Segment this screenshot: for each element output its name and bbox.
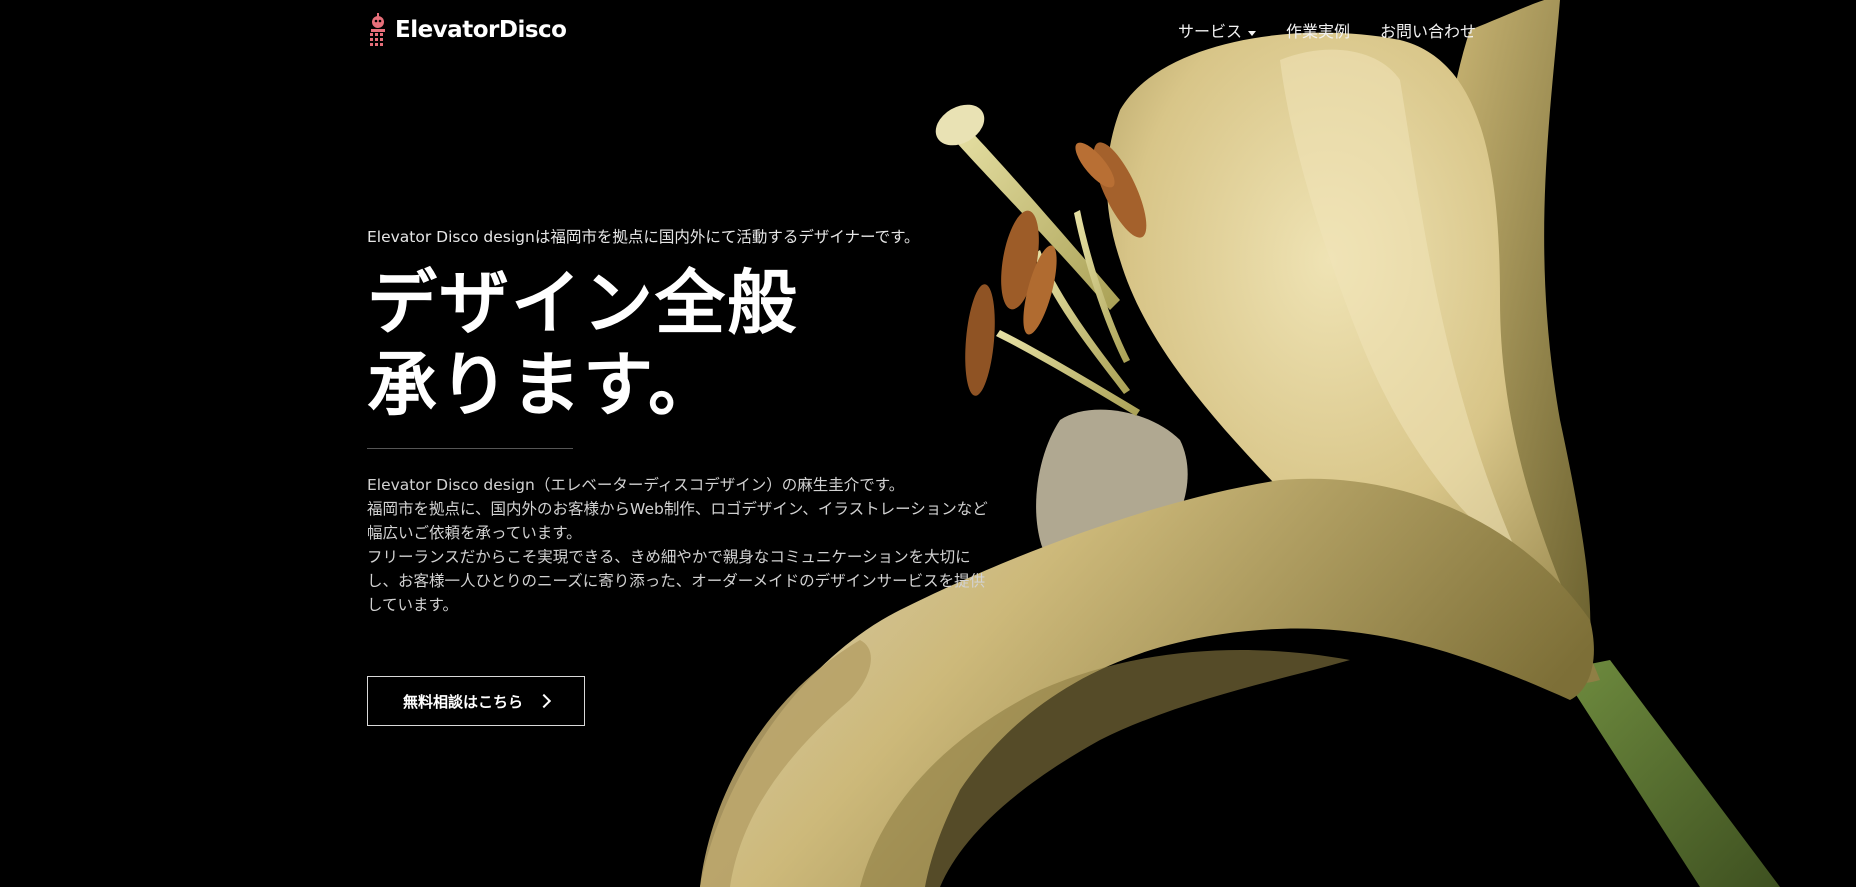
description-line: 福岡市を拠点に、国内外のお客様からWeb制作、ロゴデザイン、イラストレーションな… [367, 500, 988, 518]
hero-title-line-1: デザイン全般 [367, 262, 799, 344]
main-nav: サービス 作業実例 お問い合わせ [1178, 20, 1476, 44]
page: ElevatorDisco サービス 作業実例 お問い合わせ Elevator … [0, 0, 1856, 887]
description-line: Elevator Disco design（エレベーターディスコデザイン）の麻生… [367, 476, 905, 494]
description-line: しています。 [367, 596, 458, 614]
description-line: フリーランスだからこそ実現できる、きめ細やかで親身なコミュニケーションを大切に [367, 548, 971, 566]
hero-content: Elevator Disco designは福岡市を拠点に国内外にて活動するデザ… [367, 224, 1027, 617]
nav-item-label: お問い合わせ [1379, 22, 1476, 41]
disco-robot-icon [370, 13, 385, 46]
nav-item-works[interactable]: 作業実例 [1286, 20, 1350, 44]
caret-down-icon [1247, 30, 1256, 36]
description-line: し、お客様一人ひとりのニーズに寄り添った、オーダーメイドのデザインサービスを提供 [367, 572, 986, 590]
hero-description: Elevator Disco design（エレベーターディスコデザイン）の麻生… [367, 473, 1017, 617]
hero-title: デザイン全般 承ります。 [367, 262, 1027, 426]
site-header: ElevatorDisco サービス 作業実例 お問い合わせ [0, 0, 1856, 64]
divider [367, 448, 573, 449]
chevron-right-icon [536, 693, 552, 709]
nav-item-services[interactable]: サービス [1178, 20, 1256, 44]
nav-item-label: サービス [1177, 22, 1242, 41]
site-logo[interactable]: ElevatorDisco [367, 12, 567, 48]
hero-lead: Elevator Disco designは福岡市を拠点に国内外にて活動するデザ… [367, 228, 920, 246]
description-line: 幅広いご依頼を承っています。 [367, 524, 582, 542]
hero-title-line-2: 承ります。 [367, 344, 720, 426]
logo-text: ElevatorDisco [395, 16, 567, 43]
free-consultation-button[interactable]: 無料相談はこちら [367, 676, 585, 726]
cta-label: 無料相談はこちら [402, 692, 523, 711]
nav-item-label: 作業実例 [1285, 22, 1350, 41]
nav-item-contact[interactable]: お問い合わせ [1380, 20, 1476, 44]
